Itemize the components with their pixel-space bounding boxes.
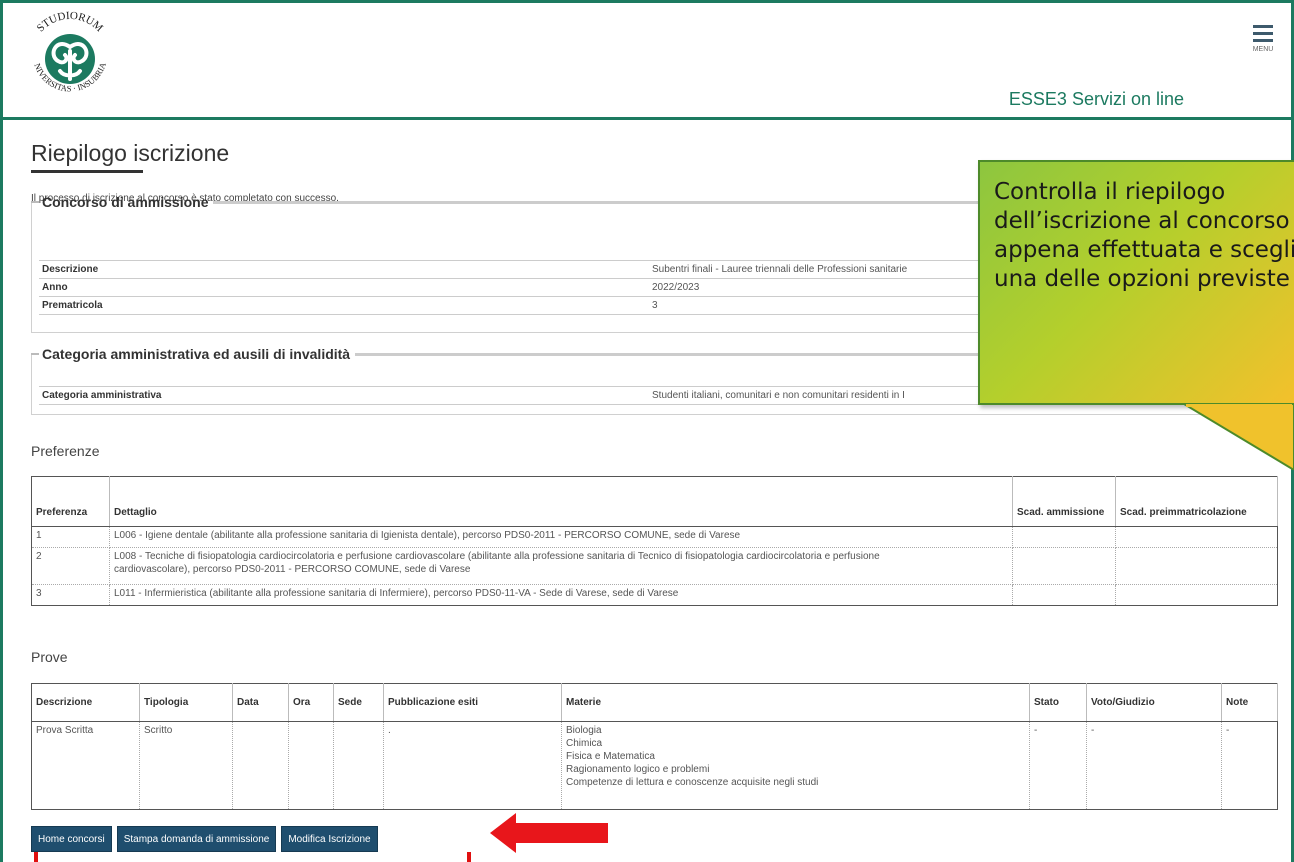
site-title: ESSE3 Servizi on line	[1008, 89, 1184, 109]
col-scad-preimmatricolazione: Scad. preimmatricolazione	[1115, 476, 1278, 527]
university-logo[interactable]: STUDIORUM UNIVERSITAS · INSUBRIAE	[17, 0, 120, 107]
stampa-domanda-button[interactable]: Stampa domanda di ammissione	[116, 826, 277, 852]
header: STUDIORUM UNIVERSITAS · INSUBRIAE MENU E…	[3, 0, 1291, 120]
preferenze-heading: Preferenze	[31, 443, 100, 459]
arrow-left-icon	[490, 813, 608, 853]
col-preferenza: Preferenza	[31, 476, 110, 527]
page-title: Riepilogo iscrizione	[31, 140, 230, 166]
hamburger-icon	[1253, 25, 1273, 28]
col-dettaglio: Dettaglio	[109, 476, 1013, 527]
col-scad-ammissione: Scad. ammissione	[1012, 476, 1116, 527]
categoria-legend: Categoria amministrativa ed ausili di in…	[31, 346, 1056, 362]
title-underline	[31, 170, 143, 173]
highlight-marks	[34, 852, 471, 862]
table-row: 2 L008 - Tecniche di fisiopatologia card…	[31, 547, 1278, 585]
preferenze-table: Preferenza Dettaglio Scad. ammissione Sc…	[31, 476, 1278, 606]
prove-heading: Prove	[31, 649, 68, 665]
callout-tail	[1184, 404, 1294, 470]
menu-label: MENU	[1252, 46, 1274, 53]
prove-table: Descrizione Tipologia Data Ora Sede Pubb…	[31, 683, 1278, 810]
action-buttons: Home concorsi Stampa domanda di ammissio…	[31, 826, 378, 852]
modifica-iscrizione-button[interactable]: Modifica Iscrizione	[281, 826, 378, 852]
menu-button[interactable]: MENU	[1251, 25, 1275, 53]
table-row: Prova Scritta Scritto . Biologia Chimica…	[31, 721, 1278, 810]
table-row: 1 L006 - Igiene dentale (abilitante alla…	[31, 526, 1278, 548]
svg-text:STUDIORUM: STUDIORUM	[35, 10, 106, 35]
table-row: 3 L011 - Infermieristica (abilitante all…	[31, 584, 1278, 606]
instruction-callout: Controlla il riepilogo dell’iscrizione a…	[978, 160, 1294, 405]
home-concorsi-button[interactable]: Home concorsi	[31, 826, 112, 852]
materie-cell: Biologia Chimica Fisica e Matematica Rag…	[561, 721, 1030, 810]
